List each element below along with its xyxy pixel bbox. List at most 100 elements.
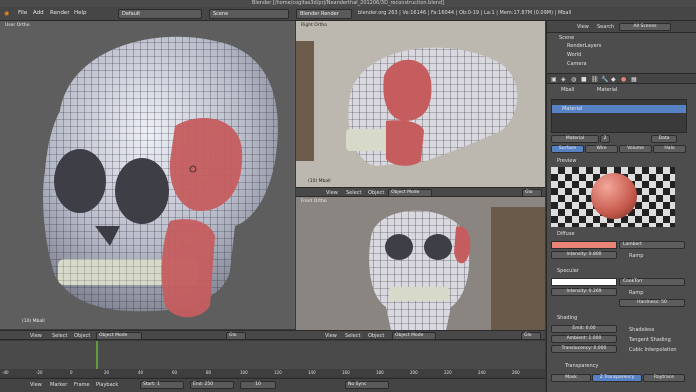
diffuse-section-title[interactable]: Diffuse bbox=[557, 231, 575, 237]
shadeless-checkbox[interactable]: Shadeless bbox=[629, 327, 654, 333]
object-menu[interactable]: Object bbox=[368, 190, 384, 196]
translucency-field[interactable]: Translucency: 0.000 bbox=[551, 345, 617, 353]
diffuse-intensity-field[interactable]: Intensity: 0.800 bbox=[551, 251, 617, 259]
start-frame-field[interactable]: Start: 1 bbox=[140, 381, 184, 389]
render-tab-icon[interactable]: ▣ bbox=[551, 76, 557, 83]
tangent-shading-checkbox[interactable]: Tangent Shading bbox=[629, 337, 671, 343]
object-menu-front[interactable]: Object bbox=[368, 333, 384, 339]
diffuse-ramp-checkbox[interactable]: Ramp bbox=[629, 253, 643, 259]
material-tab-icon[interactable]: ● bbox=[621, 76, 626, 83]
layout-select[interactable]: Default bbox=[118, 9, 202, 19]
pivot-select[interactable]: Glo bbox=[522, 189, 542, 197]
scene-select[interactable]: Scene bbox=[209, 9, 289, 19]
scene-tab-icon[interactable]: ◈ bbox=[561, 76, 566, 83]
specular-shader-select[interactable]: CookTorr bbox=[619, 278, 685, 286]
emit-field[interactable]: Emit: 0.00 bbox=[551, 325, 617, 333]
menu-add[interactable]: Add bbox=[33, 10, 44, 16]
tick: 0 bbox=[70, 370, 73, 375]
ambient-field[interactable]: Ambient: 1.000 bbox=[551, 335, 617, 343]
select-menu-front[interactable]: Select bbox=[345, 333, 360, 339]
constraint-tab-icon[interactable]: ⛓ bbox=[591, 76, 599, 83]
tab-halo[interactable]: Halo bbox=[653, 145, 686, 153]
transparency-z-tab[interactable]: Z Transparency bbox=[592, 374, 642, 382]
material-name-field[interactable]: Material bbox=[551, 135, 599, 143]
outliner-view-menu[interactable]: View bbox=[577, 24, 589, 30]
view-menu[interactable]: View bbox=[326, 190, 338, 196]
mode-select-front[interactable]: Object Mode bbox=[392, 332, 436, 340]
menu-file[interactable]: File bbox=[18, 10, 27, 16]
tick: 260 bbox=[512, 370, 520, 375]
material-users-count[interactable]: 2 bbox=[600, 135, 610, 143]
scene-stats: blender.org 263 | Ve:16146 | Fa:16044 | … bbox=[358, 10, 572, 16]
tick: 180 bbox=[376, 370, 384, 375]
tab-volume[interactable]: Volume bbox=[619, 145, 652, 153]
tick: 140 bbox=[308, 370, 316, 375]
material-slot-selected[interactable]: Material bbox=[552, 105, 686, 113]
main-3d-viewport[interactable]: User Ortho (10) Mball bbox=[0, 21, 295, 329]
material-preview bbox=[551, 167, 675, 227]
tick: -40 bbox=[2, 370, 9, 375]
modifier-tab-icon[interactable]: 🔧 bbox=[601, 76, 608, 83]
mode-select[interactable]: Object Mode bbox=[96, 332, 142, 340]
transparency-section-title[interactable]: Transparency bbox=[565, 363, 598, 369]
outliner-search-menu[interactable]: Search bbox=[597, 24, 614, 30]
timeline-header: View Marker Frame Playback Start: 1 End:… bbox=[0, 378, 545, 392]
object-menu[interactable]: Object bbox=[74, 333, 90, 339]
view-menu[interactable]: View bbox=[30, 382, 42, 388]
view-menu[interactable]: View bbox=[30, 333, 42, 339]
right-ortho-viewport[interactable]: Right Ortho (10) Mball bbox=[296, 21, 545, 187]
frame-menu[interactable]: Frame bbox=[74, 382, 90, 388]
pivot-select-front[interactable]: Glo bbox=[521, 332, 541, 340]
specular-ramp-checkbox[interactable]: Ramp bbox=[629, 290, 643, 296]
view-menu-front[interactable]: View bbox=[325, 333, 337, 339]
select-menu[interactable]: Select bbox=[52, 333, 67, 339]
front-ortho-viewport[interactable]: Front Ortho bbox=[296, 197, 545, 330]
data-link-select[interactable]: Data bbox=[651, 135, 677, 143]
marker-menu[interactable]: Marker bbox=[50, 382, 67, 388]
hardness-field[interactable]: Hardness: 50 bbox=[619, 299, 685, 307]
properties-tabs: ▣ ◈ ◍ ■ ⛓ 🔧 ◆ ● ▦ bbox=[547, 73, 696, 84]
cubic-interpolation-checkbox[interactable]: Cubic Interpolation bbox=[629, 347, 677, 353]
current-frame-field[interactable]: 10 bbox=[240, 381, 276, 389]
viewport-label: Right Ortho bbox=[301, 23, 328, 28]
outliner-scope-select[interactable]: All Scenes bbox=[619, 23, 671, 31]
diffuse-shader-select[interactable]: Lambert bbox=[619, 241, 685, 249]
outliner-item[interactable]: Camera bbox=[567, 61, 587, 67]
material-slots-list[interactable]: Material bbox=[551, 99, 687, 133]
texture-tab-icon[interactable]: ▦ bbox=[631, 76, 637, 83]
outliner-item[interactable]: Scene bbox=[559, 35, 574, 41]
outliner-item[interactable]: World bbox=[567, 52, 581, 58]
select-menu[interactable]: Select bbox=[346, 190, 361, 196]
tab-wire[interactable]: Wire bbox=[585, 145, 618, 153]
preview-section-title[interactable]: Preview bbox=[557, 158, 576, 164]
world-tab-icon[interactable]: ◍ bbox=[571, 76, 576, 83]
transparency-mask-tab[interactable]: Mask bbox=[551, 374, 591, 382]
sync-select[interactable]: No Sync bbox=[345, 381, 389, 389]
tick: 20 bbox=[104, 370, 110, 375]
timeline-area[interactable]: -40 -20 0 20 40 60 80 100 120 140 160 18… bbox=[0, 341, 545, 377]
skull-mesh bbox=[43, 36, 278, 318]
specular-intensity-field[interactable]: Intensity: 0.269 bbox=[551, 288, 617, 296]
specular-color-swatch[interactable] bbox=[551, 278, 617, 286]
diffuse-color-swatch[interactable] bbox=[551, 241, 617, 249]
mode-select[interactable]: Object Mode bbox=[388, 189, 432, 197]
viewport-label: User Ortho bbox=[5, 23, 30, 28]
shading-section-title[interactable]: Shading bbox=[557, 315, 577, 321]
object-tab-icon[interactable]: ■ bbox=[581, 76, 587, 83]
pivot-select[interactable]: Glo bbox=[226, 332, 246, 340]
blender-icon[interactable]: ◉ bbox=[4, 10, 9, 17]
specular-section-title[interactable]: Specular bbox=[557, 268, 579, 274]
playback-menu[interactable]: Playback bbox=[96, 382, 118, 388]
transparency-raytrace-tab[interactable]: Raytrace bbox=[643, 374, 685, 382]
skull-side-view bbox=[296, 21, 545, 187]
tick: 220 bbox=[444, 370, 452, 375]
menu-render[interactable]: Render bbox=[50, 10, 70, 16]
menu-help[interactable]: Help bbox=[74, 10, 87, 16]
properties-panel: View Search All Scenes Scene RenderLayer… bbox=[546, 21, 696, 392]
outliner-item[interactable]: RenderLayers bbox=[567, 43, 601, 49]
viewport-header-right: View Select Object Object Mode Glo bbox=[296, 187, 545, 197]
tab-surface[interactable]: Surface bbox=[551, 145, 584, 153]
render-engine-select[interactable]: Blender Render bbox=[296, 9, 352, 19]
end-frame-field[interactable]: End: 250 bbox=[190, 381, 234, 389]
data-tab-icon[interactable]: ◆ bbox=[611, 76, 616, 83]
